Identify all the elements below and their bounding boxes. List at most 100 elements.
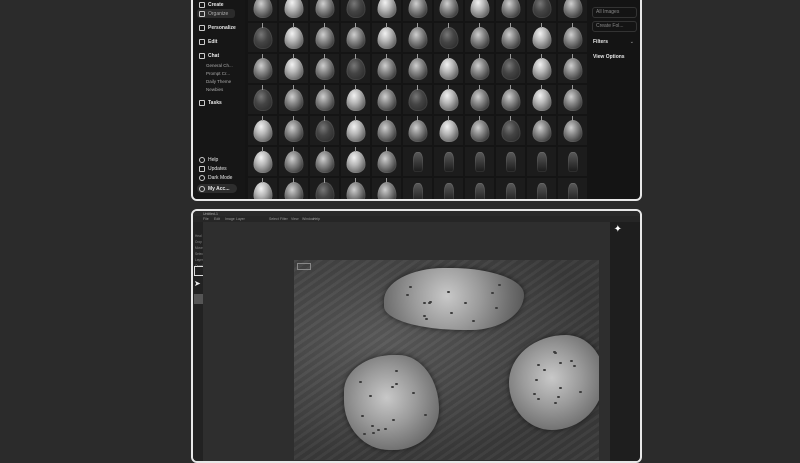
gallery-thumbnail[interactable] — [465, 116, 494, 145]
gallery-thumbnail[interactable] — [403, 178, 432, 201]
gallery-thumbnail[interactable] — [434, 23, 463, 52]
gallery-thumbnail[interactable] — [341, 54, 370, 83]
gallery-thumbnail[interactable] — [527, 23, 556, 52]
gallery-thumbnail[interactable] — [465, 54, 494, 83]
chat-channel[interactable]: Newbies — [206, 87, 223, 92]
sidebar-item-updates[interactable]: Updates — [199, 166, 227, 172]
sidebar-item-create[interactable]: Create — [199, 2, 224, 8]
gallery-thumbnail[interactable] — [403, 116, 432, 145]
gallery-thumbnail[interactable] — [341, 178, 370, 201]
filters-toggle[interactable]: Filters — [593, 39, 608, 45]
gallery-thumbnail[interactable] — [279, 147, 308, 176]
gallery-thumbnail[interactable] — [341, 147, 370, 176]
gallery-thumbnail[interactable] — [279, 178, 308, 201]
menu-item[interactable]: Image — [225, 217, 235, 221]
gallery-thumbnail[interactable] — [527, 178, 556, 201]
sidebar-item-help[interactable]: Help — [199, 157, 218, 163]
gallery-thumbnail[interactable] — [372, 54, 401, 83]
gallery-thumbnail[interactable] — [434, 147, 463, 176]
gallery-thumbnail[interactable] — [248, 116, 277, 145]
gallery-thumbnail[interactable] — [310, 54, 339, 83]
gallery-thumbnail[interactable] — [310, 85, 339, 114]
gallery-thumbnail[interactable] — [496, 178, 525, 201]
sidebar-item-edit[interactable]: Edit — [199, 39, 217, 45]
gallery-thumbnail[interactable] — [248, 178, 277, 201]
gallery-thumbnail[interactable] — [465, 178, 494, 201]
gallery-thumbnail[interactable] — [248, 23, 277, 52]
gallery-thumbnail[interactable] — [279, 0, 308, 21]
gallery-thumbnail[interactable] — [496, 0, 525, 21]
gallery-thumbnail[interactable] — [465, 85, 494, 114]
chat-channel[interactable]: Daily Theme — [206, 79, 231, 84]
gallery-thumbnail[interactable] — [279, 85, 308, 114]
chat-channel[interactable]: General Ch... — [206, 63, 233, 68]
gallery-thumbnail[interactable] — [403, 54, 432, 83]
gallery-thumbnail[interactable] — [372, 178, 401, 201]
gallery-thumbnail[interactable] — [341, 0, 370, 21]
sidebar-item-organize[interactable]: Organize — [199, 11, 228, 17]
gallery-thumbnail[interactable] — [372, 147, 401, 176]
gallery-thumbnail[interactable] — [403, 23, 432, 52]
gallery-thumbnail[interactable] — [527, 54, 556, 83]
menu-item[interactable]: Filter — [280, 217, 288, 221]
gallery-thumbnail[interactable] — [558, 116, 587, 145]
create-folder-button[interactable]: Create Fol... — [592, 21, 637, 32]
gallery-thumbnail[interactable] — [279, 54, 308, 83]
gallery-thumbnail[interactable] — [558, 178, 587, 201]
account-button[interactable]: My Acc... — [199, 186, 230, 192]
gallery-thumbnail[interactable] — [372, 116, 401, 145]
gallery-thumbnail[interactable] — [279, 23, 308, 52]
gallery-thumbnail[interactable] — [434, 116, 463, 145]
gallery-thumbnail[interactable] — [558, 85, 587, 114]
view-options-toggle[interactable]: View Options — [593, 54, 625, 60]
gallery-thumbnail[interactable] — [341, 85, 370, 114]
gallery-thumbnail[interactable] — [558, 23, 587, 52]
gallery-thumbnail[interactable] — [558, 0, 587, 21]
gallery-thumbnail[interactable] — [496, 147, 525, 176]
all-images-dropdown[interactable]: All Images — [592, 7, 637, 18]
gallery-thumbnail[interactable] — [248, 147, 277, 176]
menu-item[interactable]: View — [291, 217, 299, 221]
gallery-thumbnail[interactable] — [372, 23, 401, 52]
gallery-thumbnail[interactable] — [465, 147, 494, 176]
gallery-thumbnail[interactable] — [279, 116, 308, 145]
menu-item[interactable]: Help — [313, 217, 320, 221]
gallery-thumbnail[interactable] — [527, 147, 556, 176]
menu-item[interactable]: Edit — [214, 217, 220, 221]
editor-canvas-area[interactable] — [203, 222, 613, 462]
gallery-thumbnail[interactable] — [248, 54, 277, 83]
gallery-thumbnail[interactable] — [434, 0, 463, 21]
gallery-thumbnail[interactable] — [310, 0, 339, 21]
gallery-thumbnail[interactable] — [558, 147, 587, 176]
gallery-thumbnail[interactable] — [372, 85, 401, 114]
gallery-thumbnail[interactable] — [434, 178, 463, 201]
gallery-thumbnail[interactable] — [496, 85, 525, 114]
gallery-thumbnail[interactable] — [248, 85, 277, 114]
gallery-thumbnail[interactable] — [496, 23, 525, 52]
menu-item[interactable]: File — [203, 217, 209, 221]
sidebar-item-dark-mode[interactable]: Dark Mode — [199, 175, 232, 181]
gallery-thumbnail[interactable] — [558, 54, 587, 83]
gallery-thumbnail[interactable] — [496, 54, 525, 83]
sparkle-icon[interactable]: ✦ — [614, 224, 622, 235]
gallery-thumbnail[interactable] — [465, 0, 494, 21]
menu-item[interactable]: Layer — [236, 217, 245, 221]
gallery-thumbnail[interactable] — [527, 116, 556, 145]
arrow-tool-icon[interactable]: ➤ — [194, 280, 202, 288]
gallery-thumbnail[interactable] — [310, 23, 339, 52]
gallery-thumbnail[interactable] — [465, 23, 494, 52]
gallery-thumbnail[interactable] — [403, 0, 432, 21]
gallery-thumbnail[interactable] — [496, 116, 525, 145]
gallery-thumbnail[interactable] — [434, 54, 463, 83]
gallery-thumbnail[interactable] — [341, 23, 370, 52]
gallery-thumbnail[interactable] — [527, 85, 556, 114]
gallery-thumbnail[interactable] — [310, 178, 339, 201]
gallery-thumbnail[interactable] — [403, 147, 432, 176]
gallery-thumbnail[interactable] — [527, 0, 556, 21]
gallery-thumbnail[interactable] — [310, 147, 339, 176]
sidebar-item-tasks[interactable]: Tasks — [199, 100, 222, 106]
gallery-thumbnail[interactable] — [341, 116, 370, 145]
menu-item[interactable]: Select — [269, 217, 279, 221]
gallery-thumbnail[interactable] — [248, 0, 277, 21]
gallery-thumbnail[interactable] — [434, 85, 463, 114]
